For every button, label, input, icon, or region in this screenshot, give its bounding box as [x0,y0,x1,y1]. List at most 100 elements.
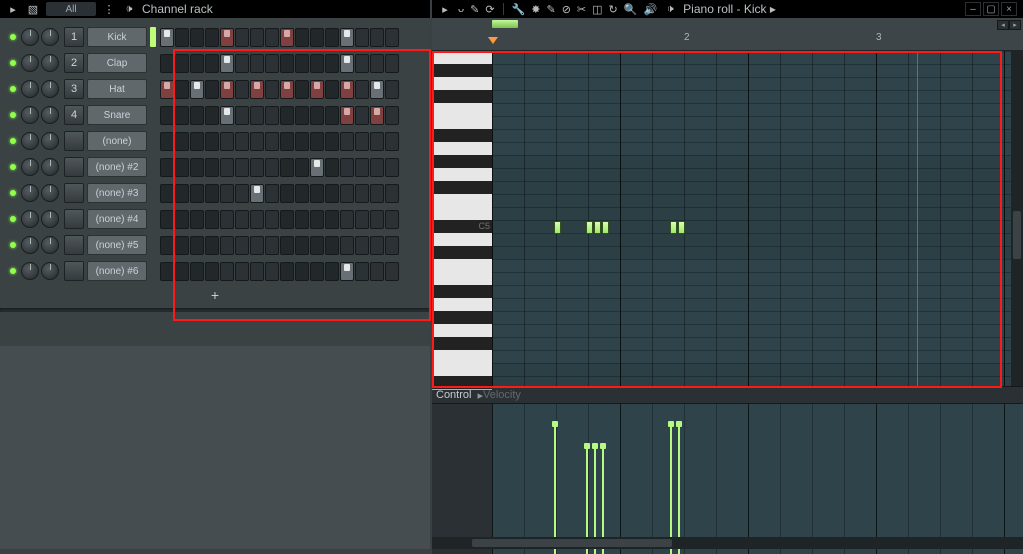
step-button[interactable] [250,132,264,151]
channel-number[interactable] [64,209,84,229]
step-button[interactable] [235,80,249,99]
step-button[interactable] [370,210,384,229]
pan-knob[interactable] [21,236,39,254]
step-button[interactable] [265,262,279,281]
step-button[interactable] [295,80,309,99]
step-button[interactable] [160,210,174,229]
volume-knob[interactable] [41,184,59,202]
step-button[interactable] [295,54,309,73]
channel-number[interactable] [64,183,84,203]
channel-name-button[interactable]: (none) #2 [87,157,147,177]
mute-icon[interactable]: ⊘ [562,3,571,16]
play-icon[interactable]: 🔊 [643,3,657,16]
piano-key-white[interactable] [432,103,492,117]
step-button[interactable] [190,262,204,281]
select-icon[interactable]: ◫ [592,3,602,16]
step-button[interactable] [355,54,369,73]
step-button[interactable] [205,106,219,125]
step-button[interactable] [175,262,189,281]
step-button[interactable] [160,184,174,203]
step-button[interactable] [160,158,174,177]
step-button[interactable] [235,106,249,125]
channel-number[interactable] [64,157,84,177]
midi-note[interactable] [670,221,677,234]
step-button[interactable] [190,236,204,255]
step-button[interactable] [190,184,204,203]
channel-led[interactable] [10,34,16,40]
step-button[interactable] [340,236,354,255]
zoom-icon[interactable]: 🔍 [624,3,638,16]
step-button[interactable] [370,158,384,177]
step-button[interactable] [205,184,219,203]
step-button[interactable] [325,262,339,281]
step-button[interactable] [370,236,384,255]
step-button[interactable] [310,210,324,229]
step-button[interactable] [160,80,174,99]
volume-knob[interactable] [41,210,59,228]
step-button[interactable] [325,80,339,99]
step-button[interactable] [250,184,264,203]
pan-knob[interactable] [21,158,39,176]
toggle-icon[interactable]: ⋮ [102,2,116,16]
velocity-lane[interactable] [432,404,1023,554]
step-button[interactable] [265,80,279,99]
channel-led[interactable] [10,268,16,274]
step-button[interactable] [205,54,219,73]
volume-knob[interactable] [41,236,59,254]
channel-name-button[interactable]: Hat [87,79,147,99]
control-lane-header[interactable]: Control ▸ Velocity [432,386,1023,404]
step-button[interactable] [340,28,354,47]
step-button[interactable] [235,184,249,203]
piano-roll-body[interactable]: C5C5 [432,51,1023,386]
velocity-bar[interactable] [670,424,672,554]
note-grid[interactable] [492,51,1011,386]
volume-knob[interactable] [41,28,59,46]
step-button[interactable] [325,106,339,125]
pan-knob[interactable] [21,28,39,46]
step-button[interactable] [265,158,279,177]
piano-key-white[interactable] [432,233,492,247]
pan-knob[interactable] [21,184,39,202]
step-button[interactable] [310,158,324,177]
step-button[interactable] [235,132,249,151]
step-button[interactable] [250,54,264,73]
velocity-bar[interactable] [554,424,556,554]
piano-key-black[interactable] [432,337,492,351]
step-button[interactable] [175,184,189,203]
close-button[interactable]: × [1001,2,1017,16]
stamp-icon[interactable]: ✸ [531,3,540,16]
step-button[interactable] [280,80,294,99]
volume-knob[interactable] [41,262,59,280]
step-button[interactable] [325,210,339,229]
channel-led[interactable] [10,216,16,222]
step-button[interactable] [235,54,249,73]
step-button[interactable] [160,54,174,73]
step-button[interactable] [220,54,234,73]
step-button[interactable] [265,210,279,229]
step-button[interactable] [340,80,354,99]
magnet-icon[interactable]: ᴗ [458,3,464,15]
volume-knob[interactable] [41,106,59,124]
cut-icon[interactable]: ✂ [577,3,586,16]
step-button[interactable] [190,210,204,229]
channel-name-button[interactable]: (none) #6 [87,261,147,281]
channel-led[interactable] [10,112,16,118]
step-button[interactable] [340,210,354,229]
step-button[interactable] [205,80,219,99]
pan-knob[interactable] [21,106,39,124]
step-button[interactable] [160,106,174,125]
step-button[interactable] [265,106,279,125]
channel-led[interactable] [10,164,16,170]
step-button[interactable] [190,80,204,99]
midi-note[interactable] [586,221,593,234]
step-button[interactable] [340,106,354,125]
step-button[interactable] [310,54,324,73]
step-button[interactable] [160,262,174,281]
step-button[interactable] [250,28,264,47]
step-button[interactable] [190,28,204,47]
step-button[interactable] [220,158,234,177]
step-button[interactable] [295,132,309,151]
step-button[interactable] [190,106,204,125]
step-button[interactable] [280,106,294,125]
step-button[interactable] [370,80,384,99]
